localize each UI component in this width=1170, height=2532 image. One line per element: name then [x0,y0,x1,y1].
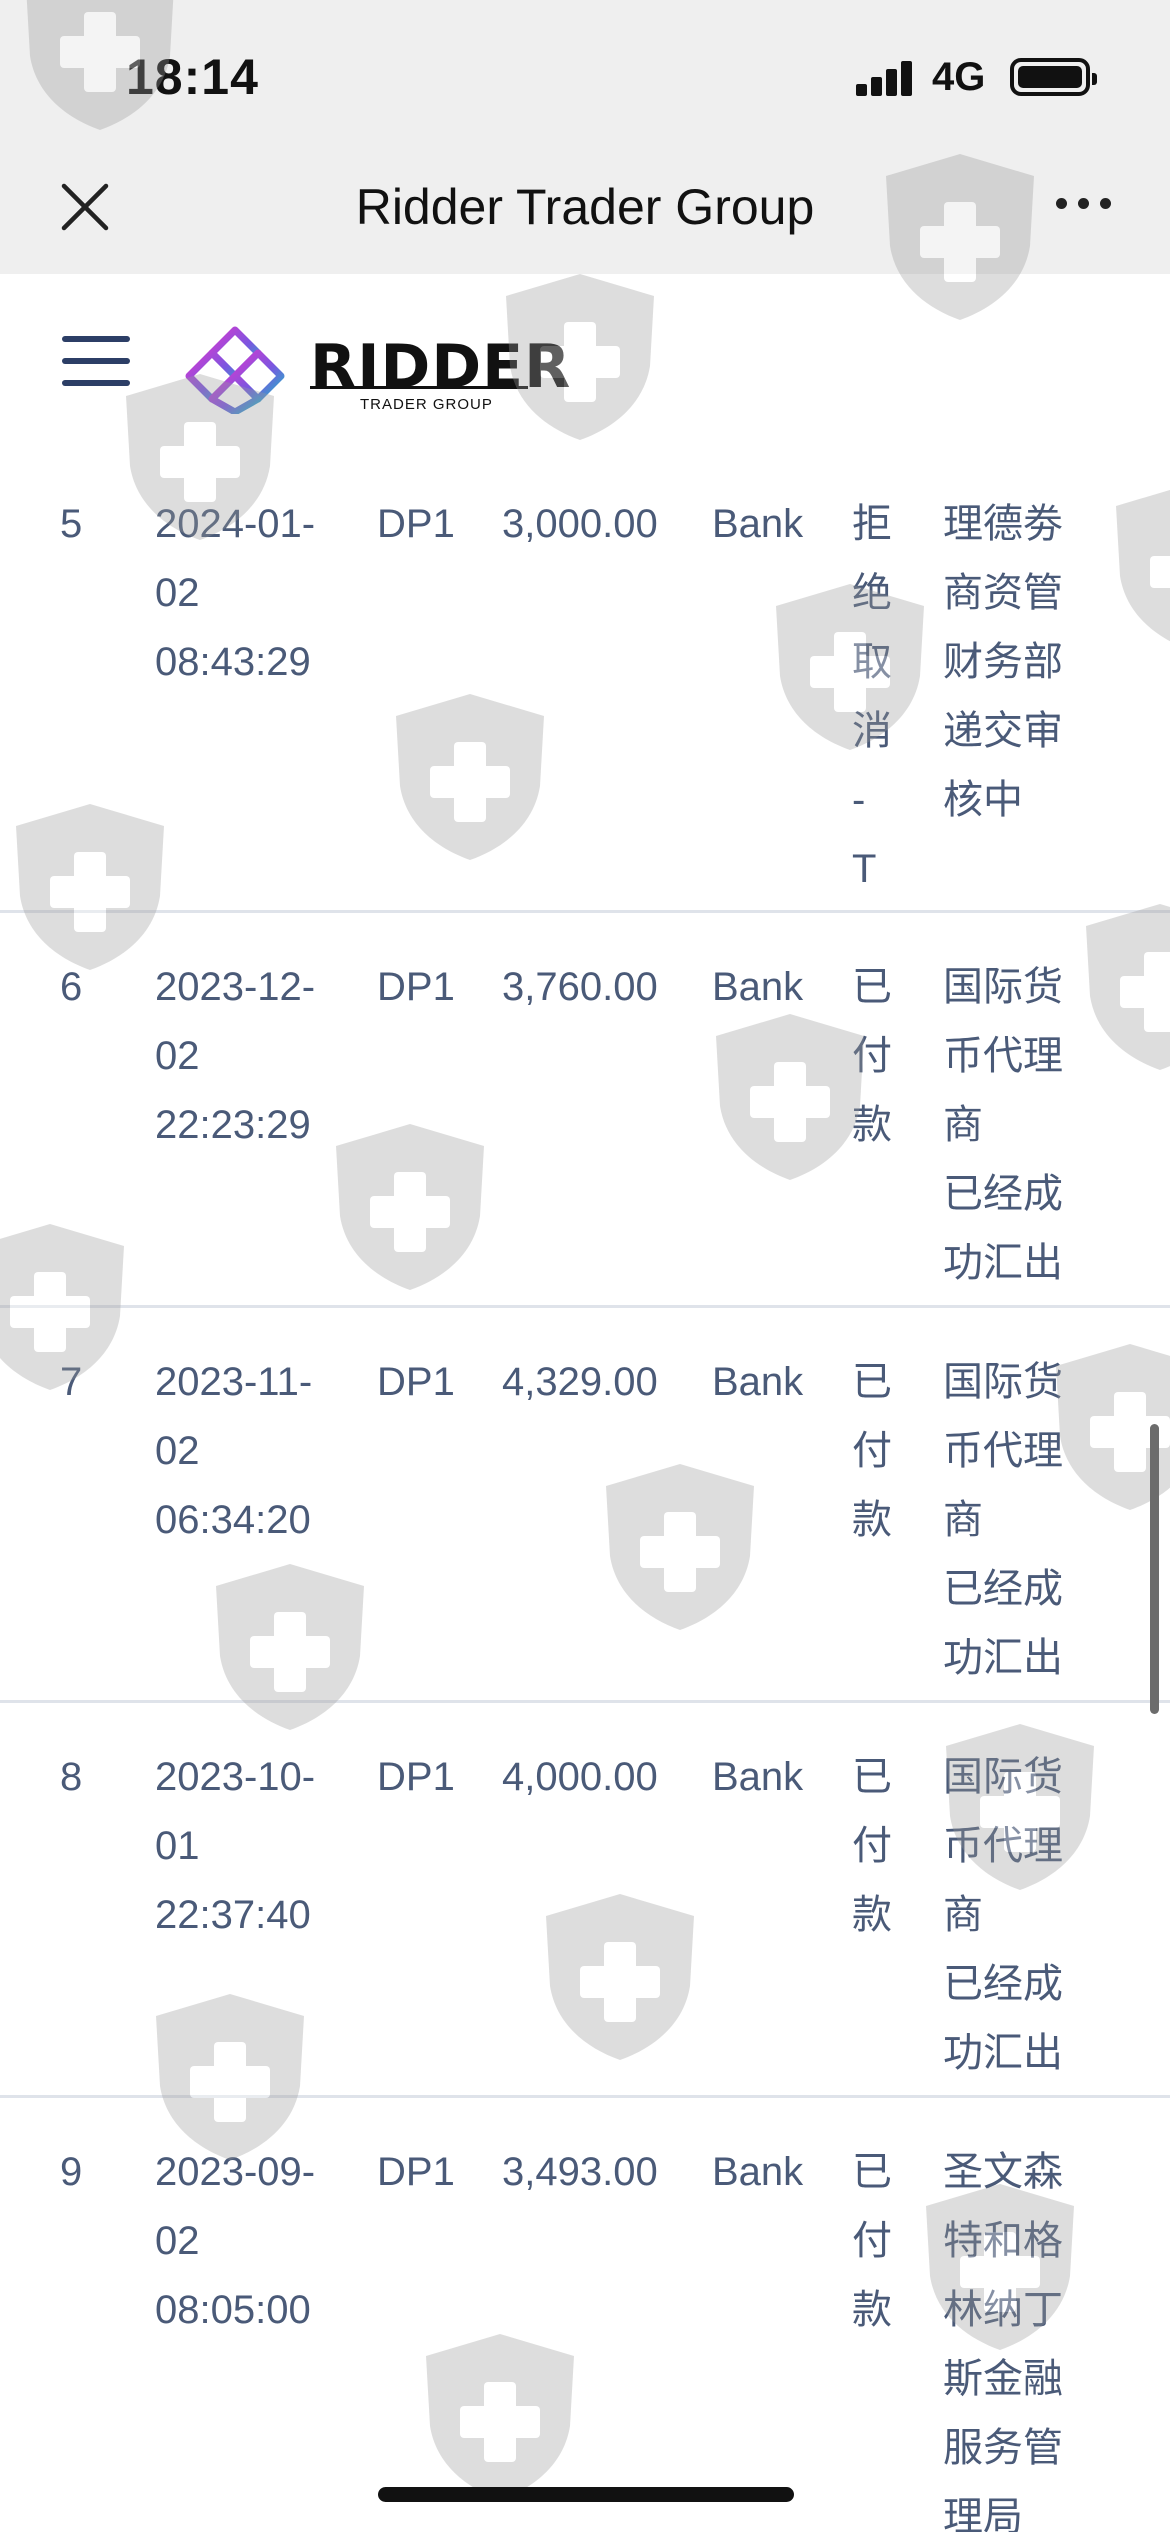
site-header: RIDDER TRADER GROUP [0,274,1170,450]
row-method: Bank [712,2150,804,2194]
table-row: 6 2023-12- 02 22:23:29 DP1 3,760.00 Bank 已… [0,913,1170,1308]
table-row: 9 2023-09- 02 08:05:00 DP1 3,493.00 Bank 已… [0,2098,1170,2532]
row-date: 2023-12- 02 22:23:29 [155,965,316,1147]
network-label: 4G [932,55,986,99]
logo-divider [310,386,528,389]
row-amount: 4,329.00 [502,1360,658,1404]
row-note: 圣文森 特和格 林纳丁 斯金融 服务管 理局 [943,2150,1063,2532]
deposit-records-table: 5 2024-01- 02 08:43:29 DP1 3,000.00 Bank 拒… [0,450,1170,2532]
row-number: 9 [60,2150,83,2194]
row-note: 国际货 币代理商已经成 功汇出 [943,965,1063,1285]
row-status: 已付款 [852,965,892,1147]
row-status: 已付款 [852,2150,892,2332]
menu-icon[interactable] [62,336,130,388]
row-status: 拒绝取消-T [852,502,892,891]
logo-subtitle: TRADER GROUP [360,396,493,413]
scrollbar[interactable] [1150,1424,1159,1714]
row-date: 2024-01- 02 08:43:29 [155,502,316,684]
row-number: 8 [60,1755,83,1799]
row-method: Bank [712,965,804,1009]
row-status: 已付款 [852,1360,892,1542]
row-method: Bank [712,1360,804,1404]
row-code: DP1 [377,1360,455,1404]
battery-icon [1010,58,1097,96]
row-note: 理德劵 商资管 财务部 递交审 核中 [943,502,1063,822]
table-row: 8 2023-10- 01 22:37:40 DP1 4,000.00 Bank 已… [0,1703,1170,2098]
logo-mark-icon [185,326,285,414]
home-indicator [378,2487,794,2502]
status-time: 18:14 [126,49,259,105]
row-code: DP1 [377,2150,455,2194]
signal-icon [856,60,914,96]
more-options-icon[interactable] [1056,198,1112,210]
row-date: 2023-10- 01 22:37:40 [155,1755,316,1937]
row-code: DP1 [377,502,455,546]
row-note: 国际货 币代理商已经成 功汇出 [943,1360,1063,1680]
table-row: 7 2023-11- 02 06:34:20 DP1 4,329.00 Bank 已… [0,1308,1170,1703]
row-status: 已付款 [852,1755,892,1937]
row-code: DP1 [377,965,455,1009]
row-note: 国际货 币代理商已经成 功汇出 [943,1755,1063,2075]
row-amount: 3,760.00 [502,965,658,1009]
logo-wordmark: RIDDER [310,332,572,402]
page-title: Ridder Trader Group [355,179,815,235]
row-method: Bank [712,1755,804,1799]
row-amount: 4,000.00 [502,1755,658,1799]
row-code: DP1 [377,1755,455,1799]
row-number: 5 [60,502,83,546]
row-method: Bank [712,502,804,546]
nav-bar: Ridder Trader Group [0,150,1170,274]
row-date: 2023-11- 02 06:34:20 [155,1360,313,1542]
row-number: 7 [60,1360,83,1404]
status-bar: 18:14 4G [0,0,1170,150]
row-amount: 3,000.00 [502,502,658,546]
row-amount: 3,493.00 [502,2150,658,2194]
table-row: 5 2024-01- 02 08:43:29 DP1 3,000.00 Bank 拒… [0,450,1170,913]
row-date: 2023-09- 02 08:05:00 [155,2150,316,2332]
row-number: 6 [60,965,83,1009]
